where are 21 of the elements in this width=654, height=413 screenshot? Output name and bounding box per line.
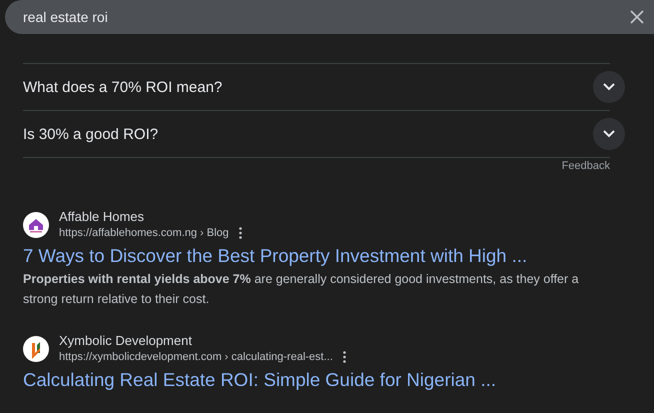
site-url: https://xymbolicdevelopment.com › calculating-real-est... <box>59 350 333 365</box>
close-icon[interactable] <box>628 8 646 26</box>
search-input[interactable]: real estate roi <box>23 9 628 25</box>
house-logo-icon <box>23 212 49 238</box>
search-bar[interactable]: real estate roi <box>5 0 654 34</box>
more-icon[interactable] <box>342 351 346 363</box>
result-snippet: Properties with rental yields above 7% are generally considered good investments, as they offer a strong return relative to their cost. <box>23 271 580 308</box>
chevron-button[interactable] <box>593 118 625 150</box>
stripes-logo-icon <box>23 336 49 362</box>
more-icon[interactable] <box>238 227 242 239</box>
site-url: https://affablehomes.com.ng › Blog <box>59 226 229 241</box>
chevron-button[interactable] <box>593 71 625 103</box>
chevron-down-icon <box>603 130 615 138</box>
result-title-link[interactable]: Calculating Real Estate ROI: Simple Guide for Nigerian ... <box>23 367 654 393</box>
question-text[interactable]: What does a 70% ROI mean? <box>23 78 222 96</box>
result-title-link[interactable]: 7 Ways to Discover the Best Property Investment with High ... <box>23 243 654 269</box>
chevron-down-icon <box>603 83 615 91</box>
feedback-link[interactable]: Feedback <box>562 160 610 172</box>
site-name: Affable Homes <box>59 208 146 225</box>
site-name: Xymbolic Development <box>59 332 193 349</box>
question-text[interactable]: Is 30% a good ROI? <box>23 126 158 142</box>
